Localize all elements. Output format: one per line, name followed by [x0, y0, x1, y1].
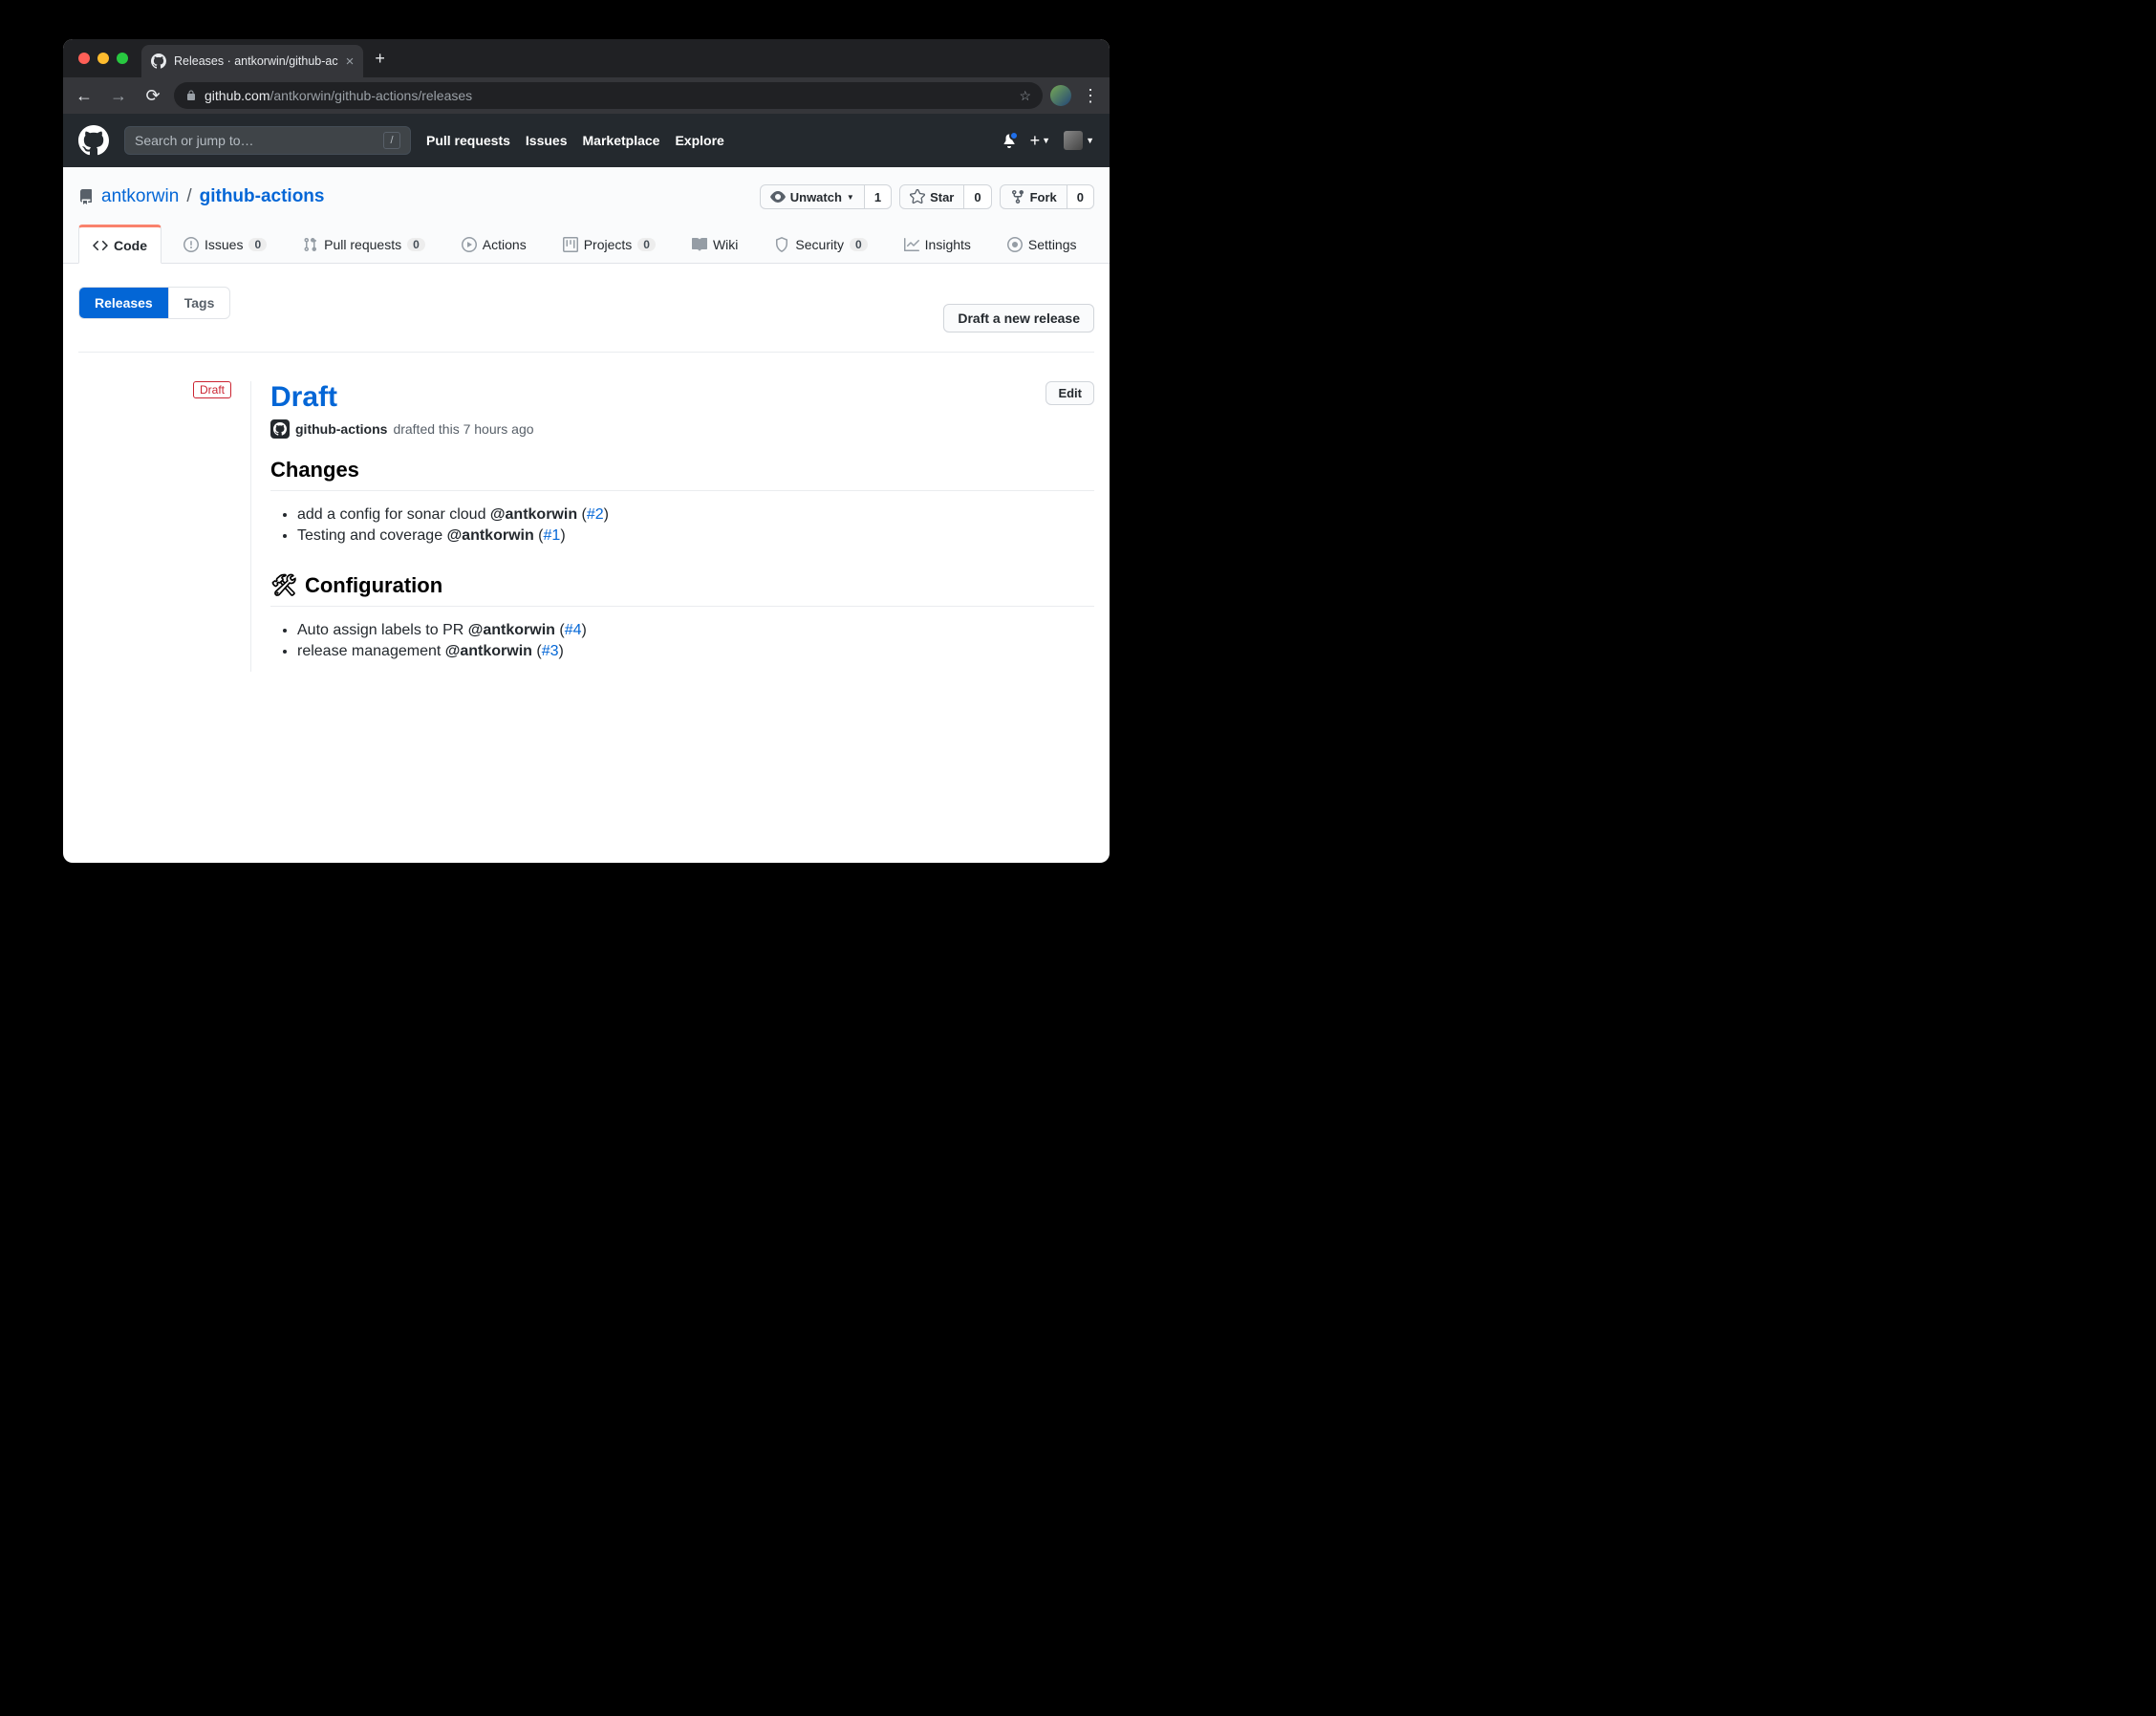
release-title[interactable]: Draft: [270, 381, 337, 413]
book-icon: [692, 237, 707, 252]
browser-window: Releases · antkorwin/github-ac × + ← → ⟳…: [63, 39, 1110, 863]
configuration-heading: 🛠 Configuration: [270, 573, 1094, 607]
repo-link[interactable]: github-actions: [200, 186, 325, 207]
nav-issues[interactable]: Issues: [526, 133, 568, 148]
bot-avatar-icon: [270, 419, 290, 439]
code-icon: [93, 238, 108, 253]
address-bar[interactable]: github.com/antkorwin/github-actions/rele…: [174, 82, 1043, 109]
project-icon: [563, 237, 578, 252]
draft-release-button[interactable]: Draft a new release: [943, 304, 1094, 332]
search-placeholder: Search or jump to…: [135, 133, 254, 148]
bookmark-star-icon[interactable]: ☆: [1019, 88, 1031, 104]
window-controls: [78, 53, 128, 64]
list-item: release management @antkorwin (#3): [297, 641, 1094, 662]
slash-key-icon: /: [383, 132, 400, 149]
profile-avatar[interactable]: [1050, 85, 1071, 106]
star-count[interactable]: 0: [964, 184, 991, 209]
changes-heading: Changes: [270, 458, 1094, 491]
nav-marketplace[interactable]: Marketplace: [583, 133, 660, 148]
list-item: Testing and coverage @antkorwin (#1): [297, 526, 1094, 547]
unwatch-button[interactable]: Unwatch ▼: [760, 184, 865, 209]
url-text: github.com/antkorwin/github-actions/rele…: [205, 88, 472, 103]
repo-header: antkorwin / github-actions Unwatch ▼ 1: [63, 167, 1110, 264]
maximize-window-button[interactable]: [117, 53, 128, 64]
pr-link[interactable]: #2: [587, 506, 604, 523]
minimize-window-button[interactable]: [97, 53, 109, 64]
reload-button[interactable]: ⟳: [140, 86, 166, 106]
tab-actions[interactable]: Actions: [447, 225, 541, 263]
user-menu-dropdown[interactable]: ▼: [1064, 131, 1094, 150]
github-logo-icon[interactable]: [78, 125, 109, 156]
browser-tab[interactable]: Releases · antkorwin/github-ac ×: [141, 45, 363, 77]
close-window-button[interactable]: [78, 53, 90, 64]
repo-icon: [78, 189, 94, 204]
list-item: add a config for sonar cloud @antkorwin …: [297, 504, 1094, 526]
tab-code[interactable]: Code: [78, 225, 162, 264]
tab-issues[interactable]: Issues 0: [169, 225, 281, 263]
page-content: Releases Tags Draft a new release Draft …: [63, 264, 1110, 695]
user-avatar-icon: [1064, 131, 1083, 150]
create-new-dropdown[interactable]: +▼: [1030, 131, 1050, 151]
subnav-tags[interactable]: Tags: [168, 288, 230, 318]
edit-button[interactable]: Edit: [1046, 381, 1094, 405]
lock-icon: [185, 90, 197, 101]
github-header: Search or jump to… / Pull requests Issue…: [63, 114, 1110, 167]
star-button[interactable]: Star: [899, 184, 964, 209]
tab-pull-requests[interactable]: Pull requests 0: [289, 225, 440, 263]
tab-security[interactable]: Security 0: [760, 225, 881, 263]
fork-count[interactable]: 0: [1067, 184, 1094, 209]
shield-icon: [774, 237, 789, 252]
new-tab-button[interactable]: +: [375, 49, 385, 69]
meta-text: drafted this 7 hours ago: [393, 421, 533, 437]
breadcrumb: antkorwin / github-actions: [78, 186, 325, 207]
play-icon: [462, 237, 477, 252]
repo-nav: Code Issues 0 Pull requests 0 Actions Pr…: [63, 225, 1110, 263]
owner-link[interactable]: antkorwin: [101, 186, 179, 207]
header-nav: Pull requests Issues Marketplace Explore: [426, 133, 724, 148]
tools-icon: 🛠: [270, 573, 297, 598]
draft-badge: Draft: [193, 381, 231, 398]
github-favicon-icon: [151, 54, 166, 69]
nav-pull-requests[interactable]: Pull requests: [426, 133, 510, 148]
browser-menu-button[interactable]: ⋮: [1079, 86, 1102, 106]
changes-list: add a config for sonar cloud @antkorwin …: [270, 504, 1094, 547]
forward-button[interactable]: →: [105, 86, 132, 106]
subnav-releases[interactable]: Releases: [79, 288, 168, 318]
releases-subnav: Releases Tags: [78, 287, 230, 319]
notification-dot-icon: [1009, 131, 1019, 140]
search-input[interactable]: Search or jump to… /: [124, 126, 411, 155]
tab-title: Releases · antkorwin/github-ac: [174, 54, 338, 68]
watch-count[interactable]: 1: [865, 184, 892, 209]
fork-button[interactable]: Fork: [1000, 184, 1067, 209]
pr-link[interactable]: #3: [542, 643, 559, 659]
pr-link[interactable]: #4: [565, 622, 582, 638]
configuration-list: Auto assign labels to PR @antkorwin (#4)…: [270, 620, 1094, 662]
tab-wiki[interactable]: Wiki: [678, 225, 752, 263]
browser-toolbar: ← → ⟳ github.com/antkorwin/github-action…: [63, 77, 1110, 114]
pull-request-icon: [303, 237, 318, 252]
notifications-button[interactable]: [1002, 133, 1017, 148]
back-button[interactable]: ←: [71, 86, 97, 106]
author-name[interactable]: github-actions: [295, 421, 387, 437]
pr-link[interactable]: #1: [544, 527, 561, 544]
nav-explore[interactable]: Explore: [675, 133, 723, 148]
close-tab-icon[interactable]: ×: [346, 54, 355, 70]
browser-tabstrip: Releases · antkorwin/github-ac × +: [63, 39, 1110, 77]
release-meta: github-actions drafted this 7 hours ago: [270, 419, 1094, 439]
tab-projects[interactable]: Projects 0: [549, 225, 670, 263]
list-item: Auto assign labels to PR @antkorwin (#4): [297, 620, 1094, 641]
release-entry: Draft Edit Draft github-actions drafted …: [78, 352, 1094, 672]
tab-insights[interactable]: Insights: [890, 225, 985, 263]
gear-icon: [1007, 237, 1023, 252]
graph-icon: [904, 237, 919, 252]
tab-settings[interactable]: Settings: [993, 225, 1091, 263]
issue-icon: [183, 237, 199, 252]
